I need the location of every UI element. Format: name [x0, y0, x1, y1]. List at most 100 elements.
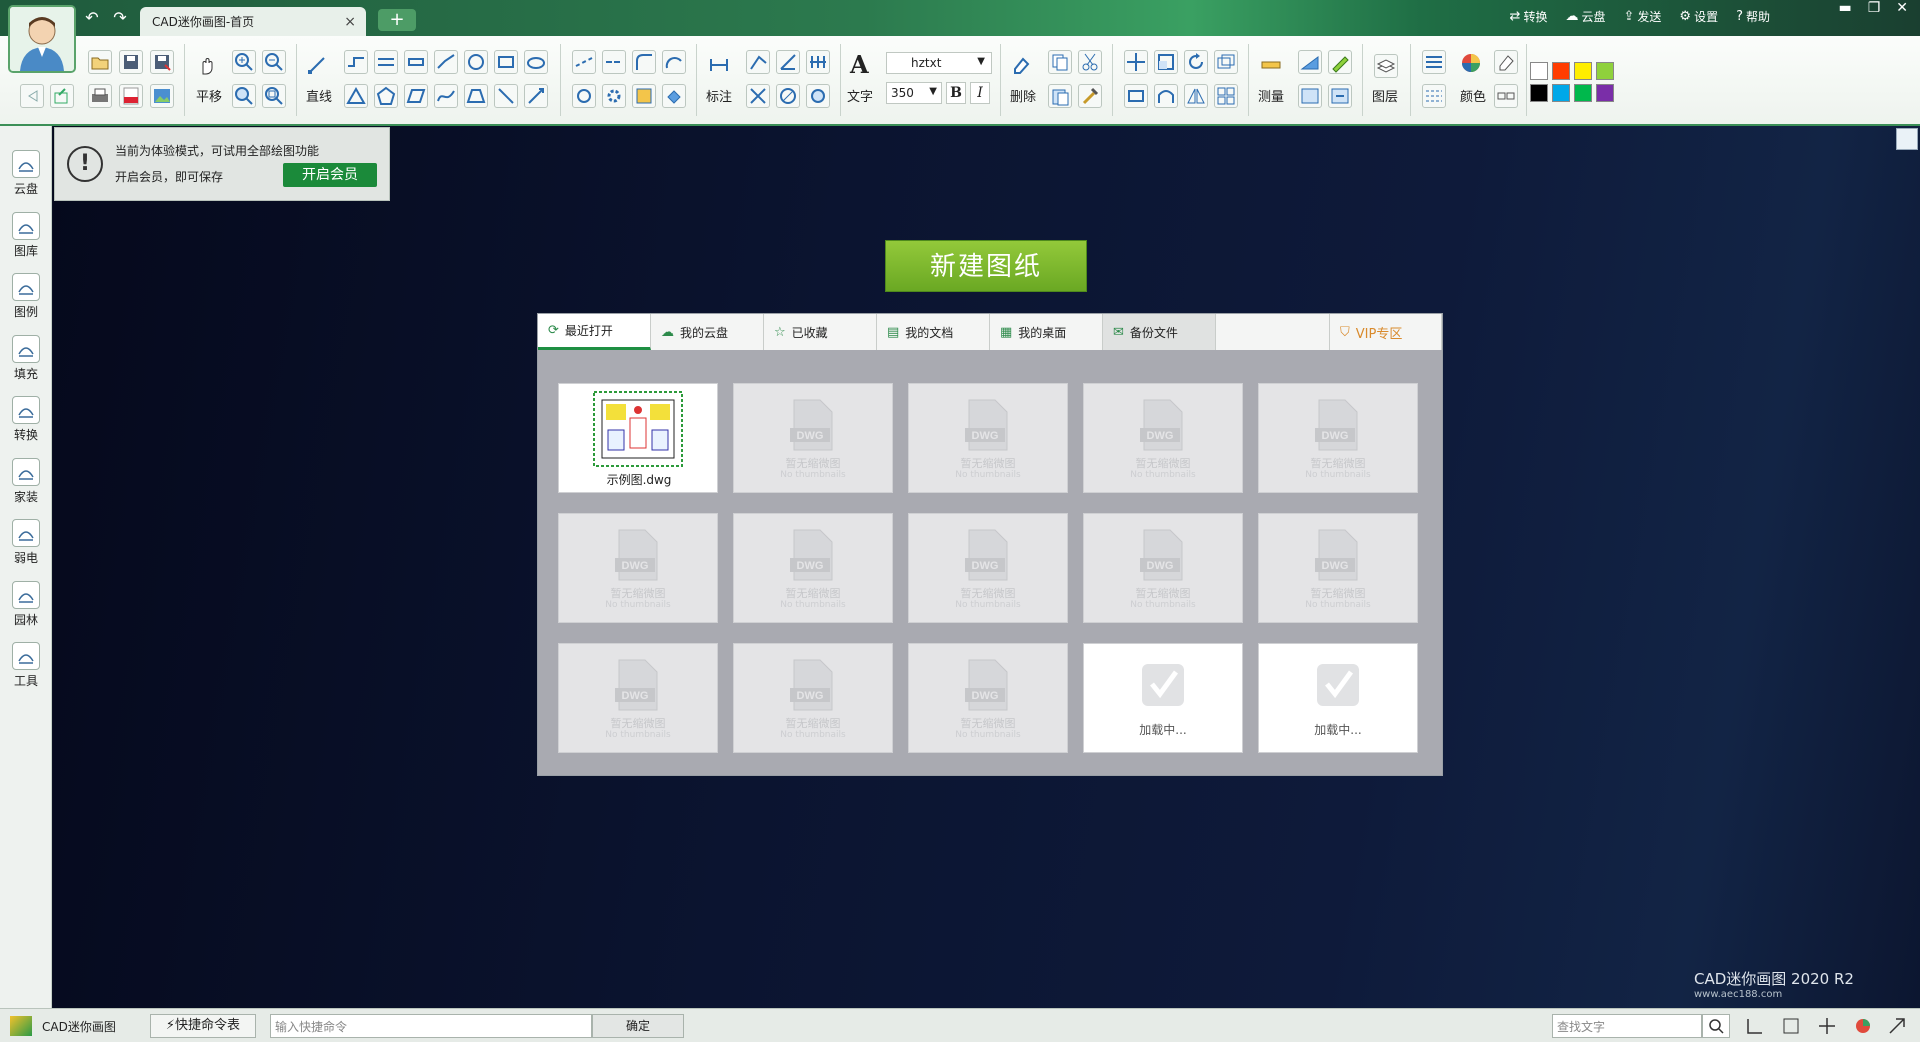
- empty-thumbnail[interactable]: DWG 暂无缩微图 No thumbnails: [908, 383, 1068, 493]
- clear-format-icon[interactable]: [1494, 50, 1518, 74]
- stretch-icon[interactable]: [1154, 84, 1178, 108]
- save-icon[interactable]: [119, 50, 143, 74]
- bold-button[interactable]: B: [946, 82, 966, 104]
- tab-0[interactable]: ⟳ 最近打开: [538, 314, 651, 350]
- pan-hand-icon[interactable]: [196, 54, 220, 78]
- sidebar-item-gallery[interactable]: 图库: [0, 206, 52, 264]
- italic-button[interactable]: I: [970, 82, 990, 104]
- color-wheel-icon[interactable]: [1460, 52, 1484, 76]
- dimension-icon[interactable]: [708, 54, 732, 78]
- zoom-extents-icon[interactable]: [262, 84, 286, 108]
- empty-thumbnail[interactable]: DWG 暂无缩微图 No thumbnails: [1258, 383, 1418, 493]
- mirror-icon[interactable]: [1184, 84, 1208, 108]
- cut-icon[interactable]: [1078, 50, 1102, 74]
- new-tab-button[interactable]: +: [378, 9, 416, 31]
- polygon-icon[interactable]: [374, 84, 398, 108]
- open-membership-button[interactable]: 开启会员: [283, 163, 377, 187]
- color-swatch[interactable]: [1574, 62, 1592, 80]
- scale-icon[interactable]: [1154, 50, 1178, 74]
- color-swatch[interactable]: [1552, 62, 1570, 80]
- file-thumbnail[interactable]: 示例图.dwg: [558, 383, 718, 493]
- osnap-icon[interactable]: [1816, 1015, 1838, 1037]
- share-icon[interactable]: [1886, 1015, 1908, 1037]
- top-link-convert[interactable]: ⇄ 转换: [1510, 8, 1548, 25]
- loading-thumbnail[interactable]: 加载中...: [1083, 643, 1243, 753]
- top-link-send[interactable]: ⇪ 发送: [1623, 8, 1661, 25]
- line-type-icon[interactable]: [1422, 84, 1446, 108]
- area-measure-icon[interactable]: [1298, 50, 1322, 74]
- circle-icon[interactable]: [464, 50, 488, 74]
- sidebar-item-cloud[interactable]: 云盘: [0, 144, 52, 202]
- font-size-select[interactable]: 350 ▼: [886, 82, 942, 104]
- fillet-icon[interactable]: [632, 50, 656, 74]
- save-as-icon[interactable]: [150, 50, 174, 74]
- continuous-dim-icon[interactable]: [806, 50, 830, 74]
- multiline-icon[interactable]: [374, 50, 398, 74]
- pen-icon[interactable]: [1328, 50, 1352, 74]
- arc-icon[interactable]: [662, 50, 686, 74]
- gear-shape-icon[interactable]: [602, 84, 626, 108]
- color-swatch[interactable]: [1530, 62, 1548, 80]
- empty-thumbnail[interactable]: DWG 暂无缩微图 No thumbnails: [1083, 383, 1243, 493]
- empty-thumbnail[interactable]: DWG 暂无缩微图 No thumbnails: [908, 513, 1068, 623]
- empty-thumbnail[interactable]: DWG 暂无缩微图 No thumbnails: [1083, 513, 1243, 623]
- maximize-button[interactable]: ❐: [1868, 0, 1881, 16]
- angle-dim-icon[interactable]: [746, 50, 770, 74]
- export-icon[interactable]: [50, 84, 74, 108]
- zoom-in-icon[interactable]: [232, 50, 256, 74]
- layers-icon[interactable]: [1374, 54, 1398, 78]
- break-line-icon[interactable]: [602, 50, 626, 74]
- construction-line-icon[interactable]: [524, 84, 548, 108]
- empty-thumbnail[interactable]: DWG 暂无缩微图 No thumbnails: [733, 383, 893, 493]
- double-line-icon[interactable]: [404, 50, 428, 74]
- top-link-help[interactable]: ? 帮助: [1736, 8, 1770, 25]
- move-icon[interactable]: [1124, 50, 1148, 74]
- radius-dim-icon[interactable]: [746, 84, 770, 108]
- ray-icon[interactable]: [494, 84, 518, 108]
- zoom-out-icon[interactable]: [262, 50, 286, 74]
- line-weight-icon[interactable]: [1422, 50, 1446, 74]
- top-link-gear[interactable]: ⚙ 设置: [1679, 8, 1718, 25]
- tab-3[interactable]: ▤ 我的文档: [877, 314, 990, 350]
- back-arrow-icon[interactable]: [20, 84, 44, 108]
- rotate-icon[interactable]: [572, 84, 596, 108]
- tab-4[interactable]: ▦ 我的桌面: [990, 314, 1103, 350]
- color-swatch[interactable]: [1596, 62, 1614, 80]
- empty-thumbnail[interactable]: DWG 暂无缩微图 No thumbnails: [733, 513, 893, 623]
- color-swatch[interactable]: [1552, 84, 1570, 102]
- paste-icon[interactable]: [1048, 84, 1072, 108]
- empty-thumbnail[interactable]: DWG 暂无缩微图 No thumbnails: [558, 643, 718, 753]
- color-swatch[interactable]: [1530, 84, 1548, 102]
- dim-settings-icon[interactable]: [806, 84, 830, 108]
- empty-thumbnail[interactable]: DWG 暂无缩微图 No thumbnails: [733, 643, 893, 753]
- quick-command-button[interactable]: ⚡快捷命令表: [150, 1014, 256, 1038]
- grid-snap-icon[interactable]: [1780, 1015, 1802, 1037]
- sidebar-item-convert[interactable]: 转换: [0, 390, 52, 448]
- trapezoid-icon[interactable]: [464, 84, 488, 108]
- freehand-icon[interactable]: [434, 84, 458, 108]
- tab-home[interactable]: CAD迷你画图-首页 ×: [140, 7, 366, 36]
- close-window-button[interactable]: ✕: [1896, 0, 1908, 16]
- diameter-dim-icon[interactable]: [776, 84, 800, 108]
- line-tool-icon[interactable]: [306, 54, 330, 78]
- fill-bucket-icon[interactable]: [662, 84, 686, 108]
- find-text-input[interactable]: 查找文字: [1552, 1014, 1702, 1038]
- user-avatar[interactable]: [8, 5, 76, 73]
- ortho-icon[interactable]: [1744, 1015, 1766, 1037]
- top-link-cloud[interactable]: ☁ 云盘: [1565, 8, 1605, 25]
- loading-thumbnail[interactable]: 加载中...: [1258, 643, 1418, 753]
- sidebar-item-legend[interactable]: 图例: [0, 267, 52, 325]
- sidebar-item-garden[interactable]: 园林: [0, 575, 52, 633]
- pdf-icon[interactable]: [119, 84, 143, 108]
- rectangle-icon[interactable]: [494, 50, 518, 74]
- rotate-object-icon[interactable]: [1184, 50, 1208, 74]
- eraser-icon[interactable]: [1010, 54, 1034, 78]
- open-file-icon[interactable]: [88, 50, 112, 74]
- image-insert-icon[interactable]: [1298, 84, 1322, 108]
- offset-icon[interactable]: [1214, 50, 1238, 74]
- empty-thumbnail[interactable]: DWG 暂无缩微图 No thumbnails: [1258, 513, 1418, 623]
- link-icon[interactable]: [1494, 84, 1518, 108]
- polyline-icon[interactable]: [344, 50, 368, 74]
- undo-icon[interactable]: ↶: [82, 8, 102, 27]
- parallelogram-icon[interactable]: [404, 84, 428, 108]
